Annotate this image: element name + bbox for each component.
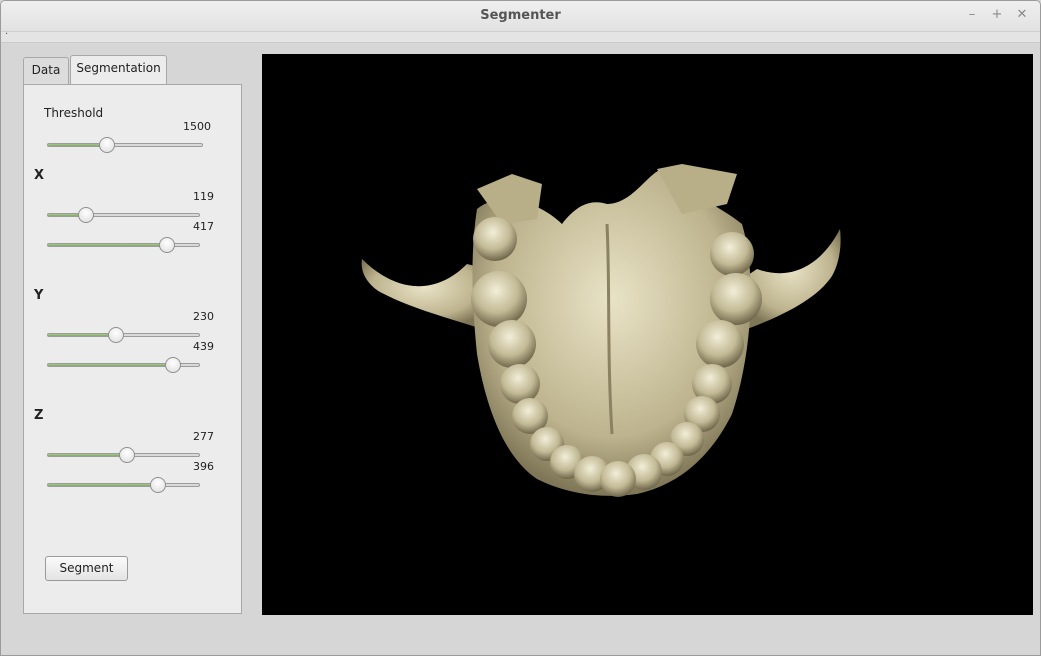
- z-min-slider-fill: [48, 454, 127, 456]
- z-label: Z: [34, 408, 44, 423]
- threshold-slider-fill: [48, 144, 107, 146]
- title-bar: Segmenter – + ✕: [1, 1, 1040, 32]
- window-title: Segmenter: [480, 8, 561, 23]
- y-label: Y: [34, 288, 44, 303]
- app-window: Segmenter – + ✕ . Data Segmentation Thre…: [0, 0, 1041, 656]
- threshold-label: Threshold: [44, 106, 104, 120]
- x-max-slider[interactable]: [47, 237, 200, 253]
- x-label: X: [34, 168, 45, 183]
- x-min-slider[interactable]: [47, 207, 200, 223]
- y-min-slider-handle[interactable]: [107, 327, 124, 343]
- y-max-slider-fill: [48, 364, 174, 366]
- z-max-slider-handle[interactable]: [150, 477, 167, 493]
- x-min-slider-handle[interactable]: [77, 207, 94, 223]
- maxilla-render: [361, 164, 841, 497]
- y-min-slider-fill: [48, 334, 116, 336]
- tab-segmentation[interactable]: Segmentation: [70, 55, 167, 85]
- x-max-slider-handle[interactable]: [159, 237, 176, 253]
- y-max-slider-handle[interactable]: [165, 357, 182, 373]
- z-min-value: 277: [193, 430, 214, 443]
- render-viewport[interactable]: [262, 54, 1033, 615]
- segmentation-panel: Threshold 1500 X 119 417 Y 230 439 Z 277: [23, 84, 242, 614]
- left-zygomatic-process: [361, 259, 487, 329]
- z-min-slider[interactable]: [47, 447, 200, 463]
- menu-bar: .: [1, 26, 1040, 43]
- x-min-value: 119: [193, 190, 214, 203]
- y-min-value: 230: [193, 310, 214, 323]
- x-max-slider-fill: [48, 244, 168, 246]
- tab-data[interactable]: Data: [23, 57, 69, 85]
- minimize-icon[interactable]: –: [964, 7, 980, 23]
- z-max-slider[interactable]: [47, 477, 200, 493]
- threshold-slider-handle[interactable]: [98, 137, 115, 153]
- threshold-value: 1500: [183, 120, 211, 133]
- z-min-slider-handle[interactable]: [118, 447, 135, 463]
- z-max-slider-fill: [48, 484, 159, 486]
- close-icon[interactable]: ✕: [1014, 7, 1030, 23]
- maximize-icon[interactable]: +: [989, 7, 1005, 23]
- segment-button[interactable]: Segment: [45, 556, 128, 581]
- threshold-slider[interactable]: [47, 137, 203, 153]
- x-max-value: 417: [193, 220, 214, 233]
- menu-dot: .: [5, 26, 9, 37]
- z-max-value: 396: [193, 460, 214, 473]
- y-max-value: 439: [193, 340, 214, 353]
- y-max-slider[interactable]: [47, 357, 200, 373]
- y-min-slider[interactable]: [47, 327, 200, 343]
